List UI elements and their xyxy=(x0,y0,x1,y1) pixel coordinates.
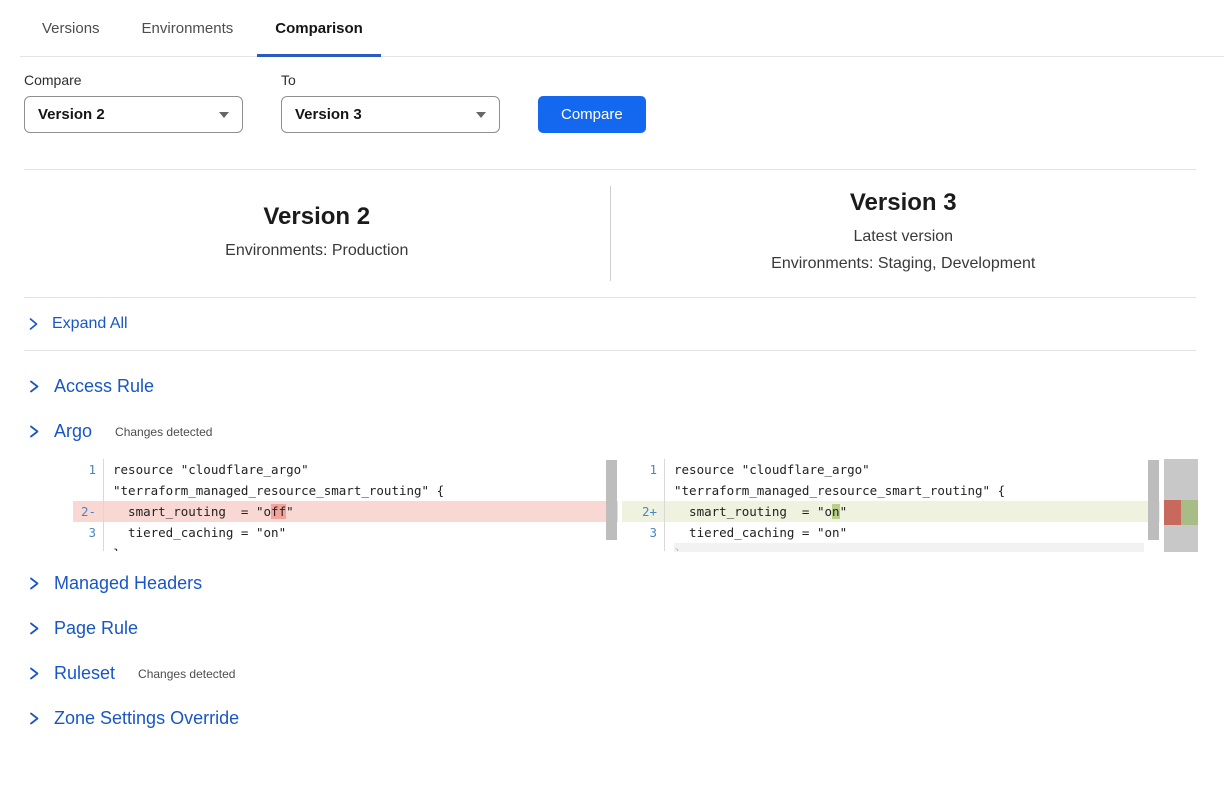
tab-environments[interactable]: Environments xyxy=(140,0,236,56)
compare-from-label: Compare xyxy=(24,72,243,88)
version-left-environments: Environments: Production xyxy=(24,238,610,265)
line-number: 2+ xyxy=(622,501,664,522)
line-number xyxy=(73,543,103,551)
diff-right-code: 1resource "cloudflare_argo""terraform_ma… xyxy=(622,459,1160,551)
diff-line: } xyxy=(73,543,618,551)
caret-down-icon xyxy=(219,112,229,118)
section-title: Managed Headers xyxy=(54,573,202,594)
code-text: "terraform_managed_resource_smart_routin… xyxy=(103,480,618,501)
changes-detected-badge: Changes detected xyxy=(138,667,235,681)
compare-from-field: Compare Version 2 xyxy=(24,72,243,133)
tab-comparison[interactable]: Comparison xyxy=(273,0,365,56)
line-number: 3 xyxy=(73,522,103,543)
diff-line: 2- smart_routing = "off" xyxy=(73,501,618,522)
code-text: resource "cloudflare_argo" xyxy=(664,459,1160,480)
tab-label: Environments xyxy=(142,20,234,37)
compare-to-select[interactable]: Version 3 xyxy=(281,96,500,133)
tab-versions[interactable]: Versions xyxy=(40,0,102,56)
code-text: smart_routing = "off" xyxy=(103,501,618,522)
compare-button[interactable]: Compare xyxy=(538,96,646,133)
tab-label: Versions xyxy=(42,20,100,37)
compare-to-label: To xyxy=(281,72,500,88)
code-text: } xyxy=(103,543,618,551)
version-left-column: Version 2 Environments: Production xyxy=(24,203,610,265)
overview-added-mark xyxy=(1181,500,1198,525)
diff-left-code: 1resource "cloudflare_argo""terraform_ma… xyxy=(73,459,618,551)
chevron-right-icon xyxy=(28,621,40,636)
diff-line: "terraform_managed_resource_smart_routin… xyxy=(622,480,1160,501)
section-page-rule[interactable]: Page Rule xyxy=(28,618,1224,639)
diff-line: 3 tiered_caching = "on" xyxy=(622,522,1160,543)
tab-label: Comparison xyxy=(275,20,363,37)
version-right-subtitle: Latest version xyxy=(611,224,1197,251)
version-right-title: Version 3 xyxy=(611,189,1197,217)
chevron-right-icon xyxy=(28,711,40,726)
compare-from-value: Version 2 xyxy=(38,106,105,123)
line-number: 1 xyxy=(73,459,103,480)
code-text: resource "cloudflare_argo" xyxy=(103,459,618,480)
section-ruleset[interactable]: Ruleset Changes detected xyxy=(28,663,1224,684)
compare-from-select[interactable]: Version 2 xyxy=(24,96,243,133)
line-number: 2- xyxy=(73,501,103,522)
chevron-right-icon xyxy=(28,576,40,591)
expand-all-button[interactable]: Expand All xyxy=(0,298,1224,350)
active-tab-underline xyxy=(257,54,381,57)
diff-line: 2+ smart_routing = "on" xyxy=(622,501,1160,522)
chevron-right-icon xyxy=(28,424,40,439)
line-number: 3 xyxy=(622,522,664,543)
line-number xyxy=(622,543,664,551)
chevron-right-icon xyxy=(28,666,40,681)
compare-to-field: To Version 3 xyxy=(281,72,500,133)
diff-line: 1resource "cloudflare_argo" xyxy=(73,459,618,480)
scrollbar-thumb[interactable] xyxy=(606,460,617,540)
chevron-right-icon xyxy=(28,317,39,331)
expand-all-label: Expand All xyxy=(52,315,128,333)
section-title: Page Rule xyxy=(54,618,138,639)
section-title: Argo xyxy=(54,421,92,442)
diff-left-scrollbar[interactable] xyxy=(605,459,618,552)
argo-diff-viewer: 1resource "cloudflare_argo""terraform_ma… xyxy=(73,459,1198,552)
code-text: tiered_caching = "on" xyxy=(664,522,1160,543)
diff-right-scrollbar[interactable] xyxy=(1147,459,1160,552)
code-text: "terraform_managed_resource_smart_routin… xyxy=(664,480,1160,501)
version-right-column: Version 3 Latest version Environments: S… xyxy=(611,189,1197,278)
compare-form: Compare Version 2 To Version 3 Compare xyxy=(0,57,1224,133)
scrollbar-thumb[interactable] xyxy=(1148,460,1159,540)
version-comparison-header: Version 2 Environments: Production Versi… xyxy=(0,170,1224,297)
line-number xyxy=(73,480,103,501)
tab-bar: Versions Environments Comparison xyxy=(20,0,1224,57)
section-title: Access Rule xyxy=(54,376,154,397)
compare-to-value: Version 3 xyxy=(295,106,362,123)
diff-panel-right: 1resource "cloudflare_argo""terraform_ma… xyxy=(622,459,1160,552)
section-argo[interactable]: Argo Changes detected xyxy=(28,421,1224,442)
overview-removed-mark xyxy=(1164,500,1181,525)
line-number: 1 xyxy=(622,459,664,480)
diff-line: 1resource "cloudflare_argo" xyxy=(622,459,1160,480)
diff-overview-ruler[interactable] xyxy=(1164,459,1198,552)
changes-detected-badge: Changes detected xyxy=(115,425,212,439)
version-right-environments: Environments: Staging, Development xyxy=(611,251,1197,278)
code-text: smart_routing = "on" xyxy=(664,501,1160,522)
diff-line: 3 tiered_caching = "on" xyxy=(73,522,618,543)
section-title: Zone Settings Override xyxy=(54,708,239,729)
version-left-title: Version 2 xyxy=(24,203,610,231)
section-zone-settings-override[interactable]: Zone Settings Override xyxy=(28,708,1224,729)
section-access-rule[interactable]: Access Rule xyxy=(28,376,1224,397)
section-managed-headers[interactable]: Managed Headers xyxy=(28,573,1224,594)
diff-panel-left: 1resource "cloudflare_argo""terraform_ma… xyxy=(73,459,618,552)
chevron-right-icon xyxy=(28,379,40,394)
code-text: tiered_caching = "on" xyxy=(103,522,618,543)
caret-down-icon xyxy=(476,112,486,118)
diff-right-horizontal-scrollbar[interactable] xyxy=(674,543,1144,552)
resource-sections: Access Rule Argo Changes detected 1resou… xyxy=(0,351,1224,729)
section-title: Ruleset xyxy=(54,663,115,684)
diff-line: "terraform_managed_resource_smart_routin… xyxy=(73,480,618,501)
line-number xyxy=(622,480,664,501)
